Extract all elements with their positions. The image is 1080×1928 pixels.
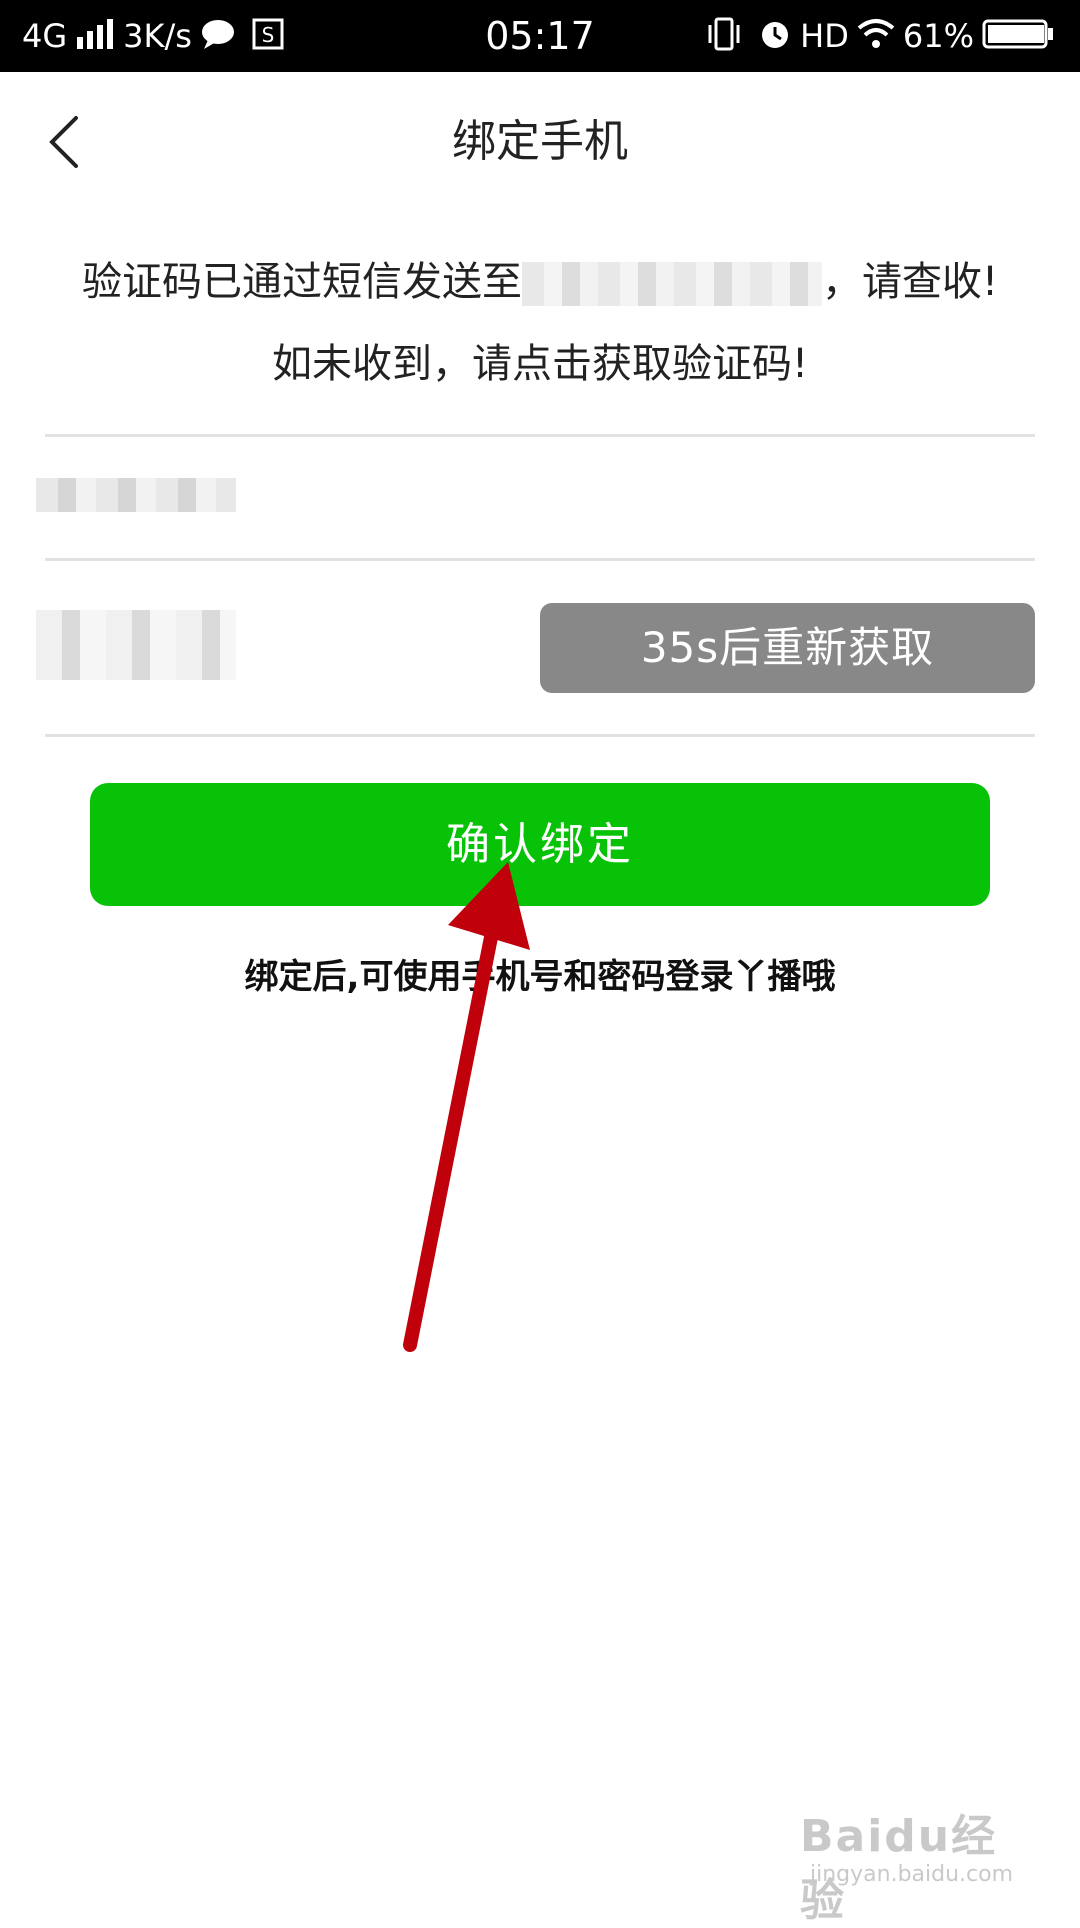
resend-hint-message: 如未收到，请点击获取验证码! bbox=[271, 341, 809, 387]
divider bbox=[45, 558, 1035, 561]
battery-icon bbox=[982, 19, 1054, 53]
status-bar: 4G 3K/s S 05:17 HD 61% bbox=[0, 0, 1080, 72]
vibrate-icon bbox=[706, 17, 742, 55]
alarm-icon bbox=[758, 17, 792, 55]
divider bbox=[45, 434, 1035, 437]
hd-label: HD bbox=[800, 17, 849, 55]
sms-sent-message: 验证码已通过短信发送至 ，请查收! bbox=[0, 254, 1080, 310]
battery-percent: 61% bbox=[902, 17, 974, 55]
phone-field[interactable] bbox=[36, 478, 236, 512]
bind-hint-text: 绑定后,可使用手机号和密码登录丫播哦 bbox=[244, 957, 836, 997]
status-right: HD 61% bbox=[698, 14, 1062, 58]
sms-message-suffix: ，请查收! bbox=[821, 259, 999, 305]
sms-message-prefix: 验证码已通过短信发送至 bbox=[81, 259, 522, 305]
confirm-bind-button[interactable]: 确认绑定 bbox=[90, 783, 990, 906]
header: 绑定手机 bbox=[0, 72, 1080, 212]
resend-code-button[interactable]: 35s后重新获取 bbox=[540, 603, 1035, 693]
wifi-icon bbox=[857, 18, 895, 54]
verification-code-input[interactable] bbox=[36, 610, 236, 680]
watermark-site: jingyan.baidu.com bbox=[810, 1862, 1014, 1887]
divider bbox=[45, 734, 1035, 737]
page-title: 绑定手机 bbox=[452, 116, 628, 167]
masked-phone-number bbox=[521, 262, 822, 306]
baidu-watermark: Baidu经验 jingyan.baidu.com bbox=[800, 1800, 1020, 1926]
